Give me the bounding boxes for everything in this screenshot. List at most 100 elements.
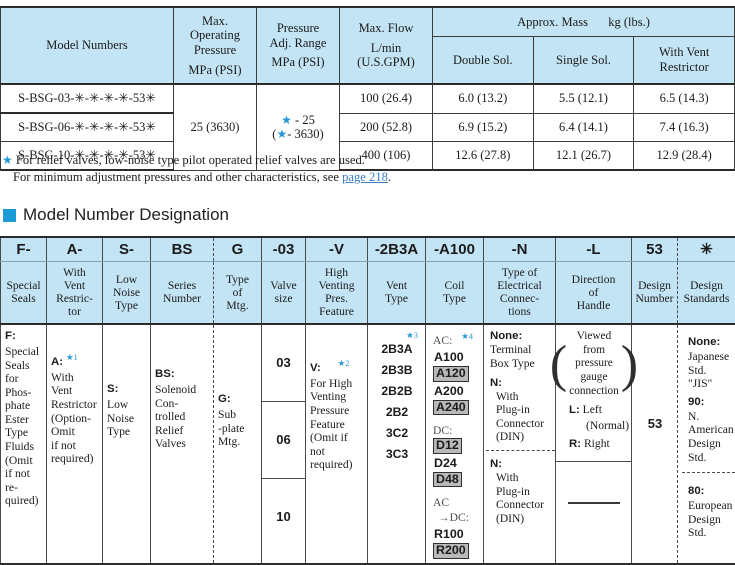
code-low-noise: S- — [103, 237, 151, 262]
desc-vent-restrictor: WithVentRestric-tor — [47, 262, 103, 325]
body-type-of-mtg: G: Sub-plateMtg. — [214, 324, 262, 563]
body-vent-restrictor-head: A: ★1 — [51, 352, 99, 370]
spec-header-max-op-line1: Max. — [176, 14, 254, 29]
coil-option: R200 — [433, 543, 480, 559]
table-row: S-BSG-03-✳-✳-✳-✳-53✳ 25 (3630) ★ - 25 (★… — [1, 84, 735, 113]
spec-header-max-flow-unit2: (U.S.GPM) — [342, 55, 430, 70]
body-series-number-code: BS: — [155, 368, 210, 382]
body-high-venting-head: V: ★2 — [310, 358, 364, 376]
vent-type-option: 2B2B — [372, 381, 422, 402]
body-design-number: 53 — [632, 324, 678, 563]
footnote-star-3-wrap: ★3 — [372, 330, 422, 339]
std-90-text: N. AmericanDesign Std. — [688, 410, 732, 464]
spec-header-max-op-line2: Operating — [176, 28, 254, 43]
body-special-seals: F: SpecialSealsforPhos-phateEsterTypeFlu… — [1, 324, 47, 563]
coil-value-d12: D12 — [433, 438, 462, 453]
desc-series-number: SeriesNumber — [151, 262, 214, 325]
specifications-table: Model Numbers Max. Operating Pressure MP… — [0, 6, 735, 171]
spec-row1-max-flow: 100 (26.4) — [340, 84, 433, 113]
elec-n-code: N: — [490, 377, 552, 391]
std-none-text: Japanese Std. "JIS" — [688, 350, 732, 391]
spec-row2-double-sol: 6.9 (15.2) — [433, 113, 534, 142]
body-direction-of-handle: ( Viewedfrompressuregaugeconnection ) L:… — [556, 324, 632, 563]
electrical-connections-list: None: TerminalBox Type N: WithPlug-inCon… — [488, 330, 552, 526]
body-vent-restrictor-code: A: — [51, 356, 63, 368]
coil-option: A100 — [433, 349, 480, 366]
code-valve-size: -03 — [262, 237, 306, 262]
spec-row1-with-vent: 6.5 (14.3) — [634, 84, 735, 113]
spec-header-with-vent-restrictor: With Vent Restrictor — [634, 37, 735, 85]
model-number-designation-table: F- A- S- BS G -03 -V -2B3A -A100 -N -L 5… — [0, 236, 735, 565]
spec-header-padj-unit: MPa (PSI) — [259, 55, 337, 70]
section-heading: Model Number Designation — [3, 205, 229, 225]
spec-table-head: Model Numbers Max. Operating Pressure MP… — [1, 7, 735, 84]
spec-header-approx-mass-label: Approx. Mass — [517, 15, 588, 29]
std-divider — [682, 472, 735, 473]
handle-option-normal: (Normal) — [560, 419, 628, 433]
coil-dc-label: DC: — [433, 423, 480, 438]
elec-n2-text: WithPlug-inConnector(DIN) — [490, 472, 552, 526]
spec-header-padj-line2: Adj. Range — [259, 36, 337, 51]
table-row: S-BSG-06-✳-✳-✳-✳-53✳ 200 (52.8) 6.9 (15.… — [1, 113, 735, 142]
spec-header-max-op-unit: MPa (PSI) — [176, 63, 254, 78]
vent-type-list: 2B3A 2B3B 2B2B 2B2 3C2 3C3 — [372, 339, 422, 465]
body-vent-restrictor-text: WithVentRestrictor(Option-Omitif notrequ… — [51, 371, 99, 466]
body-series-number: BS: SolenoidCon-trolledReliefValves — [151, 324, 214, 563]
body-special-seals-code: F: — [5, 330, 43, 344]
code-direction-of-handle: -L — [556, 237, 632, 262]
footnote-line-1-text: For relief valves, low-noise type pilot … — [16, 153, 365, 167]
spec-header-double-sol: Double Sol. — [433, 37, 534, 85]
handle-option-right: R: Right — [560, 437, 628, 452]
footnote-line-2: For minimum adjustment pressures and oth… — [2, 169, 602, 186]
std-none-code: None: — [688, 336, 732, 350]
spec-row2-model: S-BSG-06-✳-✳-✳-✳-53✳ — [1, 113, 174, 142]
page-title: Model Number Designation — [23, 205, 229, 225]
spec-header-max-flow-unit1: L/min — [342, 41, 430, 56]
elec-n2-code: N: — [490, 458, 552, 472]
desc-low-noise: LowNoiseType — [103, 262, 151, 325]
body-vent-restrictor: A: ★1 WithVentRestrictor(Option-Omitif n… — [47, 324, 103, 563]
coil-acdc-label: AC — [433, 495, 480, 510]
code-vent-type: -2B3A — [368, 237, 426, 262]
spec-row2-with-vent: 7.4 (16.3) — [634, 113, 735, 142]
coil-value-a200: A200 — [433, 383, 465, 399]
desc-vent-type: VentType — [368, 262, 426, 325]
code-coil-type: -A100 — [426, 237, 484, 262]
code-high-venting: -V — [306, 237, 368, 262]
code-type-of-mtg: G — [214, 237, 262, 262]
desc-valve-size: Valvesize — [262, 262, 306, 325]
coil-option: A240 — [433, 400, 480, 416]
vent-type-option: 2B3A — [372, 339, 422, 360]
valve-size-10: 10 — [262, 479, 305, 555]
spec-header-pressure-adj-range: Pressure Adj. Range MPa (PSI) — [257, 7, 340, 84]
desc-coil-type: CoilType — [426, 262, 484, 325]
handle-left-text: Left — [583, 403, 602, 416]
body-series-number-text: SolenoidCon-trolledReliefValves — [155, 383, 210, 451]
body-vent-type: ★3 2B3A 2B3B 2B2B 2B2 3C2 3C3 — [368, 324, 426, 563]
coil-option: D24 — [433, 455, 480, 472]
design-number-value: 53 — [636, 330, 674, 432]
coil-value-r200: R200 — [433, 543, 469, 558]
vent-type-option: 2B2 — [372, 402, 422, 423]
coil-option: A120 — [433, 366, 480, 382]
elec-none-code: None: — [490, 330, 552, 344]
body-type-of-mtg-code: G: — [218, 393, 258, 407]
body-type-of-mtg-text: Sub-plateMtg. — [218, 408, 258, 449]
spec-row1-double-sol: 6.0 (13.2) — [433, 84, 534, 113]
elec-n-text: WithPlug-inConnector(DIN) — [490, 391, 552, 445]
spec-header-single-sol: Single Sol. — [533, 37, 634, 85]
coil-ac-label: AC: — [433, 334, 452, 347]
footnote-line-2-text: For minimum adjustment pressures and oth… — [13, 170, 342, 184]
body-electrical-connections: None: TerminalBox Type N: WithPlug-inCon… — [484, 324, 556, 563]
coil-option: D12 — [433, 438, 480, 454]
vent-type-option: 2B3B — [372, 360, 422, 381]
spec-header-max-flow: Max. Flow L/min (U.S.GPM) — [340, 7, 433, 84]
desc-design-standards: Design Standards — [678, 262, 735, 325]
coil-option: A200 — [433, 383, 480, 400]
coil-acdc-label-2: →DC: — [433, 510, 480, 525]
valve-size-03: 03 — [262, 325, 305, 402]
spec-header-max-op-line3: Pressure — [176, 43, 254, 58]
page-218-link[interactable]: page 218 — [342, 170, 388, 184]
spec-row2-max-flow: 200 (52.8) — [340, 113, 433, 142]
coil-value-a100: A100 — [433, 349, 465, 365]
